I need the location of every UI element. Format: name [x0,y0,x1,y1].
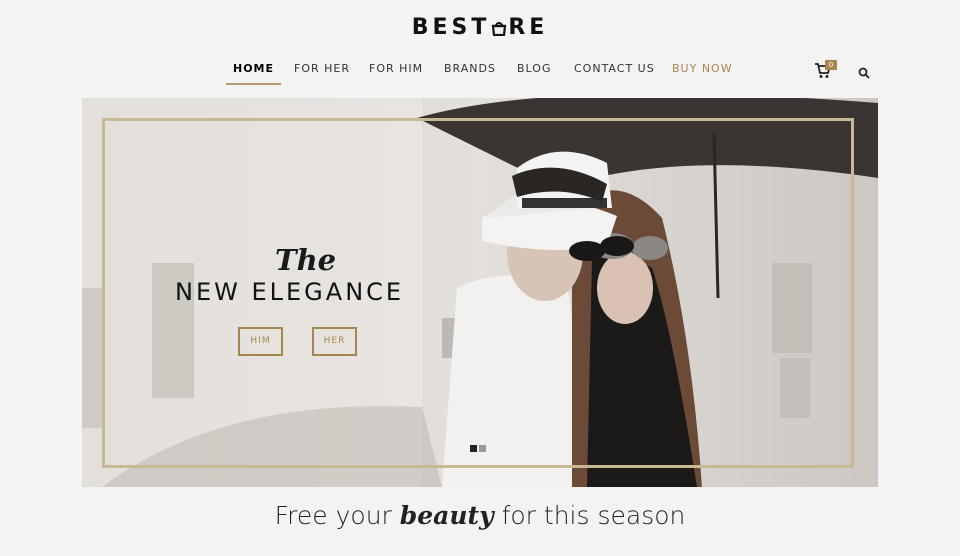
hero-her-button[interactable]: HER [312,327,357,356]
hero-him-button[interactable]: HIM [238,327,283,356]
logo-text-end: RE [508,15,549,40]
tagline-before: Free your [274,501,400,530]
hero-title: NEW ELEGANCE [175,278,405,306]
slider-pagination [470,439,488,457]
nav-brands[interactable]: BRANDS [444,62,496,75]
nav-for-her[interactable]: FOR HER [294,62,350,75]
nav-for-him[interactable]: FOR HIM [369,62,423,75]
tagline-after: for this season [493,501,686,530]
site-logo[interactable]: BEST RE [0,15,960,40]
nav-blog[interactable]: BLOG [517,62,551,75]
search-icon[interactable] [858,66,870,79]
bag-icon [491,19,507,36]
tagline: Free your beauty for this season [0,501,960,530]
hero-title-the: The [275,243,337,277]
slider-dot-2[interactable] [479,445,486,452]
nav-buy-now[interactable]: BUY NOW [672,62,733,75]
nav-home[interactable]: HOME [225,62,282,85]
slider-dot-1[interactable] [470,445,477,452]
hero-slider: The NEW ELEGANCE HIM HER [82,98,878,487]
nav-contact-us[interactable]: CONTACT US [574,62,655,75]
tagline-emphasis: beauty [399,501,494,530]
logo-text-start: BEST [411,15,491,40]
cart-count-badge: 0 [825,60,837,70]
